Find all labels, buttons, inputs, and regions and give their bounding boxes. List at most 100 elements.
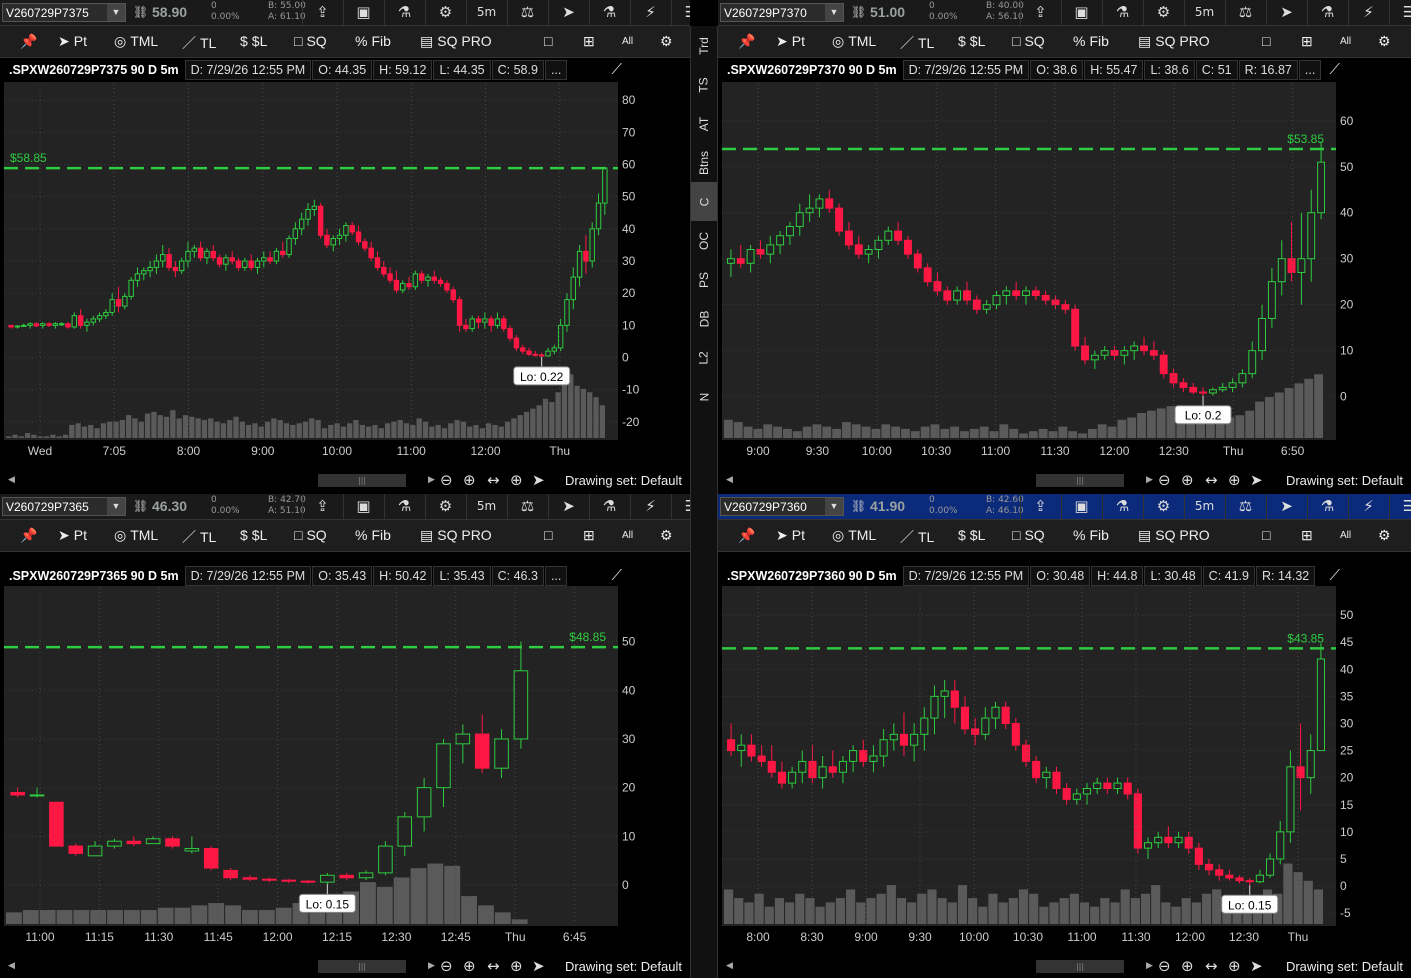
all-button[interactable]: All (1340, 530, 1351, 541)
study-icon[interactable]: ⚗ (1307, 494, 1347, 519)
balance-icon[interactable]: ⚖ (507, 494, 547, 519)
settings-icon[interactable]: ⚙ (1143, 0, 1183, 25)
cursor-icon[interactable]: ➤ (1266, 0, 1306, 25)
menu-icon[interactable]: ☰ (1389, 494, 1411, 519)
side-tab-btns[interactable]: Btns (691, 143, 717, 182)
side-tab-c[interactable]: C (691, 182, 717, 221)
side-tab-ps[interactable]: PS (691, 260, 717, 299)
zoom-in-icon[interactable]: ⊕ (1181, 957, 1194, 975)
link-icon[interactable]: ⛓ (133, 499, 148, 513)
side-tab-oc[interactable]: OC (691, 221, 717, 260)
pan-icon[interactable]: ↔ (487, 471, 500, 489)
price-chart[interactable]: 50454035302520151050-58:00 8:30 9:00 9:30 10… (718, 586, 1411, 956)
scroll-left-icon[interactable]: ◀ (8, 961, 15, 971)
cursor-icon[interactable]: ➤ (548, 0, 588, 25)
menu-icon[interactable]: ☰ (671, 494, 690, 519)
scroll-right-icon[interactable]: ▶ (1146, 475, 1153, 485)
drawing-icon[interactable]: ⚡ (1348, 494, 1388, 519)
drawing-icon[interactable]: ⚡ (630, 494, 670, 519)
pan-icon[interactable]: ↔ (1205, 471, 1218, 489)
sqpro-tool[interactable]: ▤ SQ PRO (1138, 33, 1210, 50)
trendline-tool[interactable]: ／ TL (182, 33, 216, 53)
square-tool[interactable]: □ SQ (1012, 527, 1045, 543)
fib-tool[interactable]: % Fib (1073, 33, 1109, 49)
cursor-icon[interactable]: ➤ (1266, 494, 1306, 519)
tml-tool[interactable]: ◎ TML (114, 33, 158, 50)
zoom-out-icon[interactable]: ⊖ (440, 957, 453, 975)
horizontal-scrollbar[interactable]: ||| (318, 474, 406, 487)
interval-label[interactable]: 5m (466, 0, 506, 25)
menu-icon[interactable]: ☰ (1389, 0, 1411, 25)
trendline-tool[interactable]: ／ TL (900, 527, 934, 547)
single-layout-icon[interactable]: □ (544, 33, 552, 49)
balance-icon[interactable]: ⚖ (507, 0, 547, 25)
link-icon[interactable]: ⛓ (851, 499, 866, 513)
zoom-in-icon[interactable]: ⊕ (463, 957, 476, 975)
pointer-tool[interactable]: ➤ Pt (58, 527, 87, 544)
pointer-icon[interactable]: ➤ (1250, 957, 1263, 975)
drawing-set-label[interactable]: Drawing set: Default (565, 959, 682, 974)
all-button[interactable]: All (622, 530, 633, 541)
link-icon[interactable]: ⛓ (851, 5, 866, 19)
screenshot-icon[interactable]: ▣ (343, 494, 383, 519)
symbol-input[interactable]: V260729P7365 ▼ (2, 497, 126, 516)
trendline-tool[interactable]: ／ TL (900, 33, 934, 53)
dollar-line-tool[interactable]: $ $L (240, 527, 267, 543)
symbol-input[interactable]: V260729P7375 ▼ (2, 3, 126, 22)
fib-tool[interactable]: % Fib (355, 527, 391, 543)
drawing-set-label[interactable]: Drawing set: Default (1286, 959, 1403, 974)
study-toggle-icon[interactable]: ⟋ (611, 566, 622, 584)
study-toggle-icon[interactable]: ⟋ (1329, 60, 1340, 78)
grid-layout-icon[interactable]: ⊞ (1301, 527, 1313, 544)
scroll-left-icon[interactable]: ◀ (726, 475, 733, 485)
crosshair-icon[interactable]: ⊕ (510, 957, 523, 975)
study-icon[interactable]: ⚗ (589, 0, 629, 25)
sqpro-tool[interactable]: ▤ SQ PRO (420, 527, 492, 544)
crosshair-icon[interactable]: ⊕ (510, 471, 523, 489)
horizontal-scrollbar[interactable]: ||| (318, 960, 406, 973)
all-button[interactable]: All (622, 36, 633, 47)
zoom-out-icon[interactable]: ⊖ (440, 471, 453, 489)
chevron-down-icon[interactable]: ▼ (825, 498, 843, 515)
interval-label[interactable]: 5m (1184, 494, 1224, 519)
study-toggle-icon[interactable]: ⟋ (1329, 566, 1340, 584)
zoom-in-icon[interactable]: ⊕ (1181, 471, 1194, 489)
square-tool[interactable]: □ SQ (294, 527, 327, 543)
pan-icon[interactable]: ↔ (1205, 957, 1218, 975)
side-tab-trd[interactable]: Trd (691, 26, 717, 65)
share-icon[interactable]: ⇪ (302, 0, 342, 25)
drawing-icon[interactable]: ⚡ (630, 0, 670, 25)
zoom-in-icon[interactable]: ⊕ (463, 471, 476, 489)
price-chart[interactable]: 50 40 30 20 10 0 11:00 11:15 11:30 11:45 12:00 12:1… (0, 586, 690, 956)
side-tab-l2[interactable]: L2 (691, 338, 717, 377)
pan-icon[interactable]: ↔ (487, 957, 500, 975)
gear-icon[interactable]: ⚙ (1378, 33, 1391, 50)
fib-tool[interactable]: % Fib (1073, 527, 1109, 543)
tml-tool[interactable]: ◎ TML (832, 33, 876, 50)
side-tab-n[interactable]: N (691, 377, 717, 416)
interval-label[interactable]: 5m (1184, 0, 1224, 25)
menu-icon[interactable]: ☰ (671, 0, 690, 25)
square-tool[interactable]: □ SQ (1012, 33, 1045, 49)
scroll-right-icon[interactable]: ▶ (428, 961, 435, 971)
horizontal-scrollbar[interactable]: ||| (1036, 474, 1124, 487)
tml-tool[interactable]: ◎ TML (114, 527, 158, 544)
sqpro-tool[interactable]: ▤ SQ PRO (1138, 527, 1210, 544)
settings-icon[interactable]: ⚙ (425, 494, 465, 519)
flask-icon[interactable]: ⚗ (384, 494, 424, 519)
pointer-tool[interactable]: ➤ Pt (776, 33, 805, 50)
chevron-down-icon[interactable]: ▼ (107, 4, 125, 21)
pointer-icon[interactable]: ➤ (1250, 471, 1263, 489)
flask-icon[interactable]: ⚗ (1102, 494, 1142, 519)
study-icon[interactable]: ⚗ (1307, 0, 1347, 25)
screenshot-icon[interactable]: ▣ (343, 0, 383, 25)
single-layout-icon[interactable]: □ (1262, 33, 1270, 49)
fib-tool[interactable]: % Fib (355, 33, 391, 49)
pin-tool[interactable]: 📌 (738, 527, 759, 544)
grid-layout-icon[interactable]: ⊞ (1301, 33, 1313, 50)
flask-icon[interactable]: ⚗ (1102, 0, 1142, 25)
square-tool[interactable]: □ SQ (294, 33, 327, 49)
side-tab-ts[interactable]: TS (691, 65, 717, 104)
zoom-out-icon[interactable]: ⊖ (1158, 471, 1171, 489)
gear-icon[interactable]: ⚙ (660, 33, 673, 50)
